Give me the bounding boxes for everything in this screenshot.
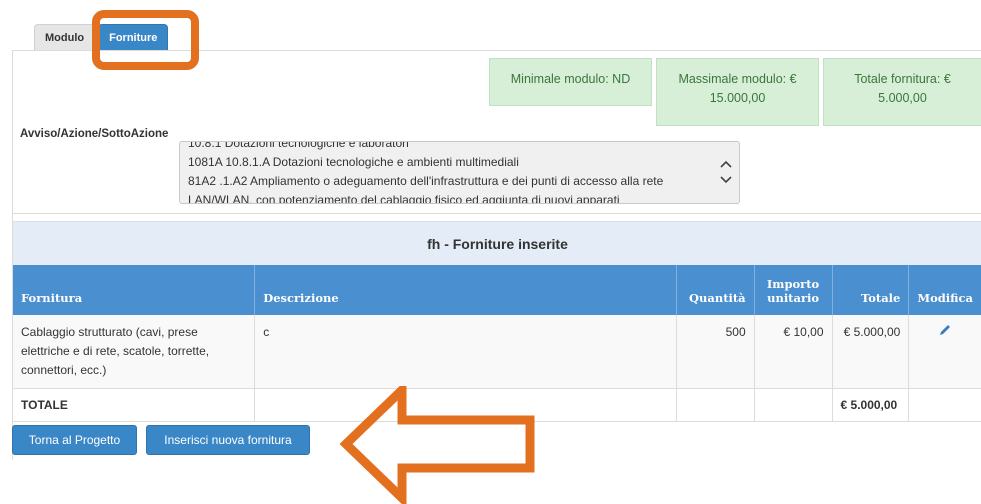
table-header-row: Fornitura Descrizione Quantità Importo u… [13,265,981,315]
cell-totale: € 5.000,00 [832,315,910,389]
col-totale: Totale [832,265,910,315]
avviso-option[interactable]: 81A2 .1.A2 Ampliamento o adeguamento del… [188,172,708,191]
avviso-option[interactable]: 10.8.1 Dotazioni tecnologiche e laborato… [188,142,708,153]
total-label: TOTALE [13,388,256,422]
col-importo-unitario: Importo unitario [754,265,833,315]
avviso-label: Avviso/Azione/SottoAzione [20,128,169,140]
total-empty-cell [754,388,833,422]
totale-fornitura-value: 5.000,00 [878,91,927,105]
cell-fornitura: Cablaggio strutturato (cavi, prese elett… [13,315,256,389]
listbox-scroll-arrows[interactable] [719,156,733,188]
col-fornitura: Fornitura [13,265,256,315]
cell-quantita: 500 [676,315,755,389]
section-divider [13,213,981,214]
torna-al-progetto-button[interactable]: Torna al Progetto [12,425,137,455]
totale-fornitura-box: Totale fornitura: € 5.000,00 [823,58,981,126]
col-modifica: Modifica [908,265,981,315]
cell-modifica [908,315,981,389]
cell-descrizione: c [254,315,677,389]
chevron-down-icon[interactable] [719,172,733,188]
massimale-box: Massimale modulo: € 15.000,00 [656,58,819,126]
avviso-option[interactable]: LAN/WLAN, con potenziamento del cablaggi… [188,191,708,203]
table-row: Cablaggio strutturato (cavi, prese elett… [13,315,981,389]
cell-importo: € 10,00 [754,315,833,389]
inserisci-nuova-fornitura-button[interactable]: Inserisci nuova fornitura [146,425,310,455]
pencil-icon[interactable] [938,324,952,340]
total-empty-cell [908,388,981,422]
chevron-up-icon[interactable] [719,156,733,172]
avviso-listbox[interactable]: 10.8.1 Dotazioni tecnologiche e laborato… [179,141,740,204]
minimale-box: Minimale modulo: ND [489,58,652,106]
annotation-highlight-box [92,10,199,70]
col-quantita: Quantità [676,265,755,315]
avviso-option[interactable]: 1081A 10.8.1.A Dotazioni tecnologiche e … [188,153,708,172]
totale-fornitura-label: Totale fornitura: € [854,72,951,86]
total-empty-cell [676,388,755,422]
massimale-label: Massimale modulo: € [678,72,797,86]
total-value: € 5.000,00 [832,388,910,422]
col-descrizione: Descrizione [254,265,677,315]
massimale-value: 15.000,00 [709,91,766,105]
table-title: fh - Forniture inserite [13,221,981,265]
col-importo-line1: Importo [766,277,820,291]
avviso-options: 10.8.1 Dotazioni tecnologiche e laborato… [188,142,708,203]
tab-modulo[interactable]: Modulo [34,24,96,50]
minimale-text: Minimale modulo: ND [510,72,631,86]
annotation-arrow-icon [340,386,535,504]
col-importo-line2: unitario [767,291,820,305]
